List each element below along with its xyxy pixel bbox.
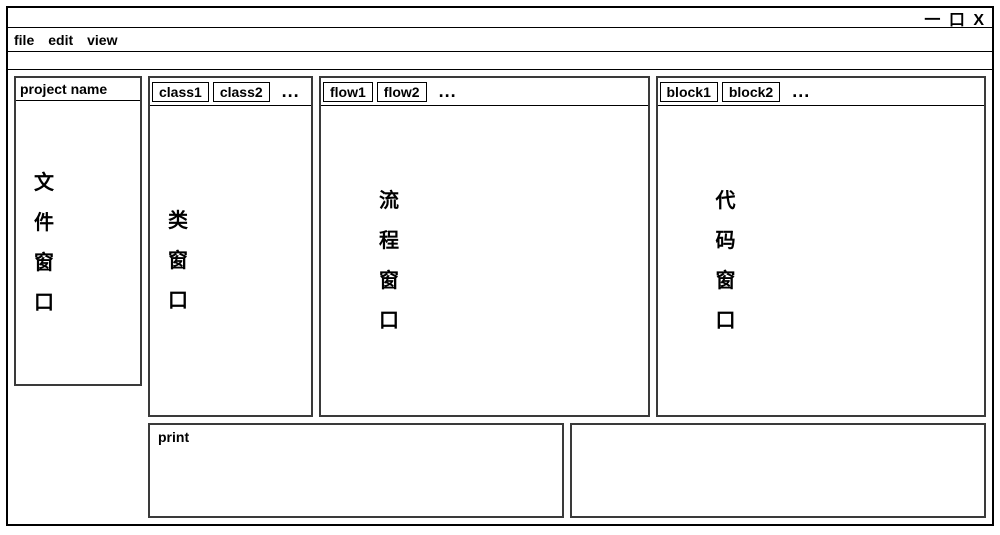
tab-flow1[interactable]: flow1 <box>323 82 373 102</box>
window-controls[interactable]: 一 口 X <box>924 6 986 30</box>
class-tabstrip: class1 class2 ... <box>150 78 311 106</box>
tab-block1[interactable]: block1 <box>660 82 718 102</box>
block-body: 代 码 窗 口 <box>658 106 985 415</box>
tab-block2[interactable]: block2 <box>722 82 780 102</box>
tab-class1[interactable]: class1 <box>152 82 209 102</box>
print-label: print <box>150 425 562 449</box>
class-body: 类 窗 口 <box>150 106 311 415</box>
menubar: file edit view <box>8 28 992 52</box>
project-panel: project name 文 件 窗 口 <box>14 76 142 518</box>
flow-panel: flow1 flow2 ... 流 程 窗 口 <box>319 76 650 417</box>
class-body-text: 类 窗 口 <box>168 201 188 321</box>
project-body: 文 件 窗 口 <box>16 101 140 384</box>
block-panel: block1 block2 ... 代 码 窗 口 <box>656 76 987 417</box>
project-header: project name <box>16 78 140 101</box>
tab-flow-more[interactable]: ... <box>431 80 465 103</box>
flow-tabstrip: flow1 flow2 ... <box>321 78 648 106</box>
block-tabstrip: block1 block2 ... <box>658 78 985 106</box>
right-area: class1 class2 ... 类 窗 口 <box>148 76 986 518</box>
menu-edit[interactable]: edit <box>48 32 73 48</box>
bottom-row: print <box>148 423 986 518</box>
class-panel: class1 class2 ... 类 窗 口 <box>148 76 313 417</box>
flow-body: 流 程 窗 口 <box>321 106 648 415</box>
print-panel: print <box>148 423 564 518</box>
toolbar-blank <box>8 52 992 70</box>
tab-class2[interactable]: class2 <box>213 82 270 102</box>
block-body-text: 代 码 窗 口 <box>676 181 736 341</box>
top-row: class1 class2 ... 类 窗 口 <box>148 76 986 417</box>
tab-flow2[interactable]: flow2 <box>377 82 427 102</box>
app-window: 一 口 X file edit view project name 文 件 窗 … <box>6 6 994 526</box>
flow-body-text: 流 程 窗 口 <box>339 181 399 341</box>
tab-class-more[interactable]: ... <box>274 80 308 103</box>
project-body-text: 文 件 窗 口 <box>34 163 54 323</box>
menu-view[interactable]: view <box>87 32 117 48</box>
menu-file[interactable]: file <box>14 32 34 48</box>
workspace: project name 文 件 窗 口 class1 <box>8 70 992 524</box>
empty-panel <box>570 423 986 518</box>
project-box: project name 文 件 窗 口 <box>14 76 142 386</box>
tab-block-more[interactable]: ... <box>784 80 818 103</box>
titlebar: 一 口 X <box>8 8 992 28</box>
